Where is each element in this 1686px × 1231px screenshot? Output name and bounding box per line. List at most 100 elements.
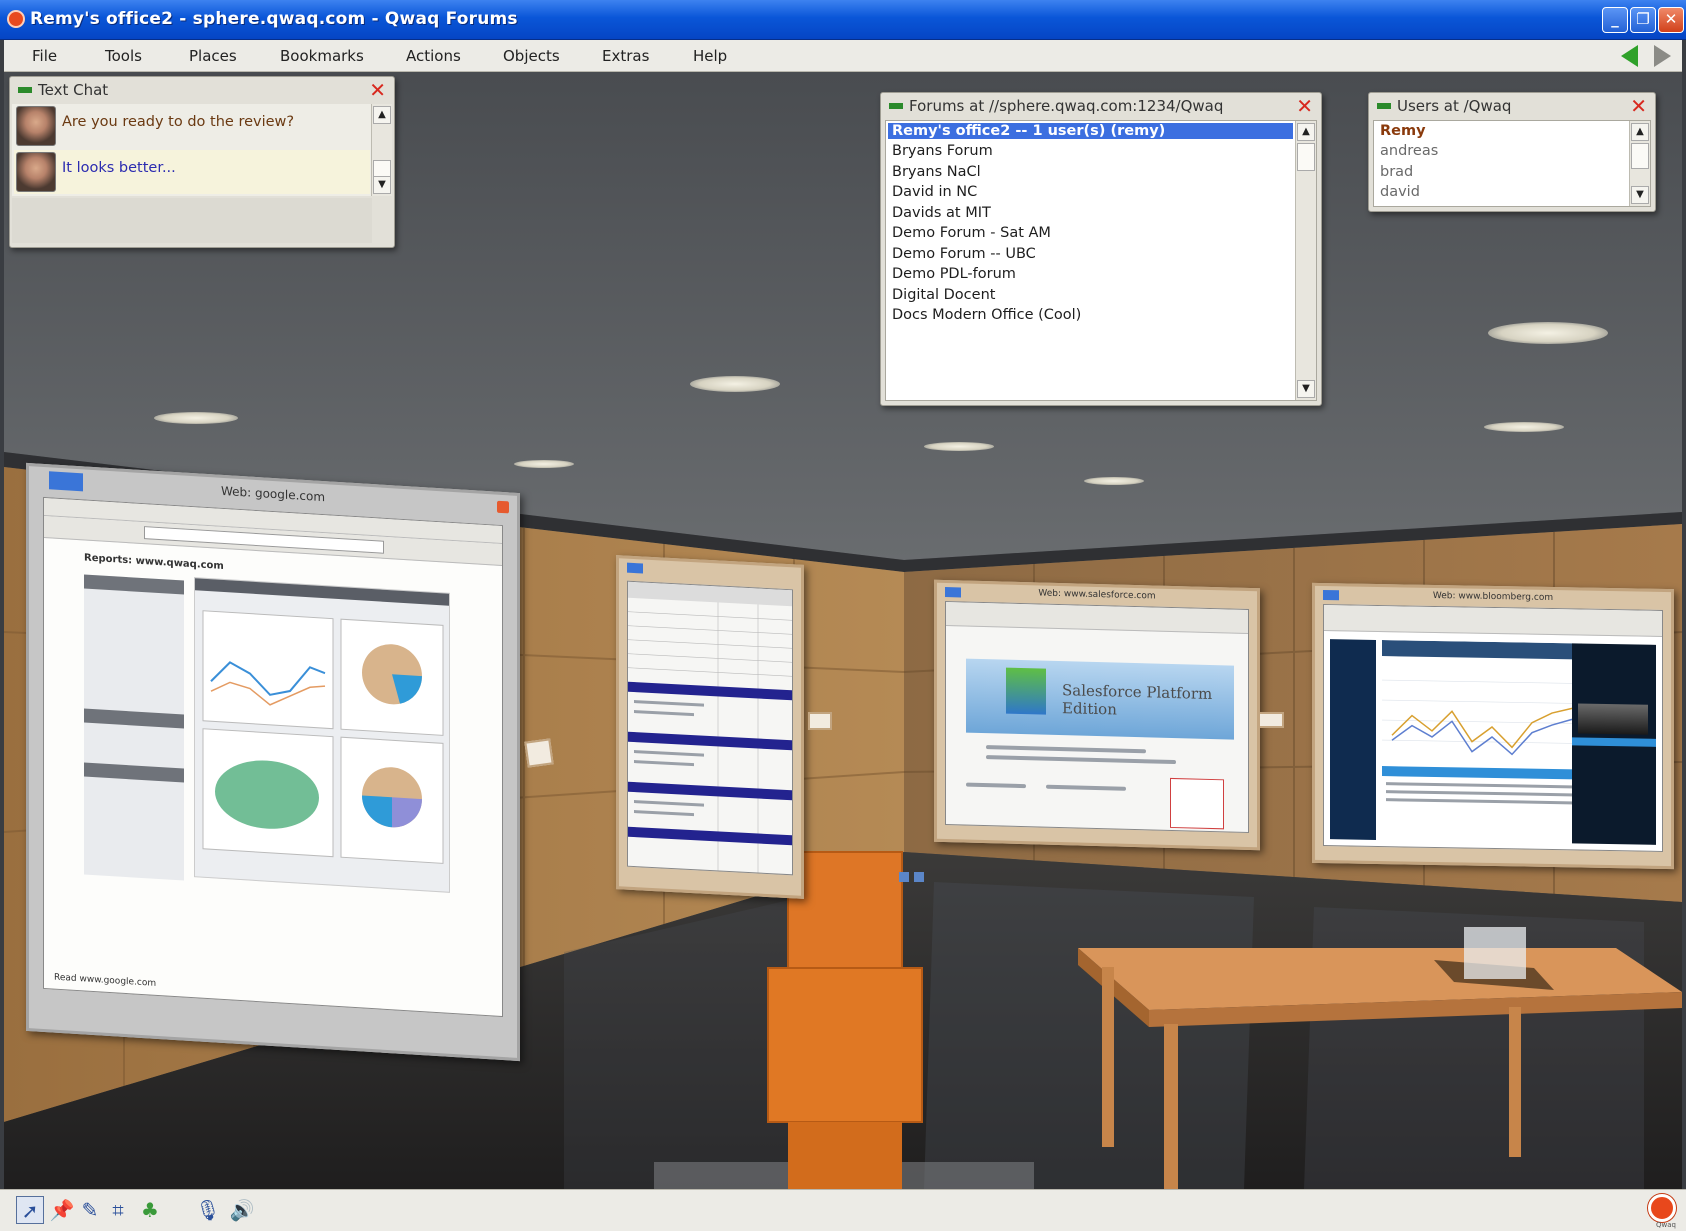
panel-grip-icon [18,87,32,93]
browser-content[interactable]: Salesforce Platform Edition [945,601,1249,833]
forums-list[interactable]: Remy's office2 -- 1 user(s) (remy) Bryan… [885,120,1317,401]
panel-header[interactable]: Users at /Qwaq ✕ [1369,93,1655,120]
pen-tool-icon[interactable]: ✎ [76,1196,104,1224]
forum-item[interactable]: Docs Modern Office (Cool) [892,307,1081,323]
scroll-down-icon[interactable]: ▼ [1631,186,1649,204]
minimize-button[interactable]: _ [1602,7,1628,33]
menu-extras[interactable]: Extras [602,47,649,65]
wall-note[interactable] [808,712,832,730]
chat-scrollbar[interactable]: ▲ ▼ [371,104,392,196]
close-icon[interactable]: ✕ [1630,94,1647,118]
menu-tools[interactable]: Tools [105,47,142,65]
close-icon[interactable]: ✕ [1296,94,1313,118]
forum-item[interactable]: Demo Forum - Sat AM [892,225,1051,241]
forward-arrow-icon[interactable] [1654,45,1671,67]
menu-help[interactable]: Help [693,47,727,65]
user-item[interactable]: brad [1380,164,1413,180]
panel-title: Forums at //sphere.qwaq.com:1234/Qwaq [909,97,1224,115]
pointer-tool-icon[interactable]: ➚ [16,1196,44,1224]
chat-input[interactable] [12,198,372,243]
chat-message-text: It looks better... [62,160,176,176]
crop-tool-icon[interactable]: ⌗ [104,1196,132,1224]
close-button[interactable]: ✕ [1658,7,1684,33]
minimize-icon: _ [1611,10,1619,28]
web-screen-spreadsheet[interactable] [616,555,804,899]
panel-header[interactable]: Forums at //sphere.qwaq.com:1234/Qwaq ✕ [881,93,1321,120]
scroll-down-icon[interactable]: ▼ [1297,380,1315,398]
ceiling-light [690,376,780,392]
forum-item[interactable]: David in NC [892,184,977,200]
3d-viewport[interactable]: Web: google.com Reports: www.qwaq.com Re… [4,72,1682,1189]
forum-item[interactable]: Demo PDL-forum [892,266,1016,282]
users-scrollbar[interactable]: ▲ ▼ [1629,121,1650,206]
text-chat-panel[interactable]: Text Chat ✕ Are you ready to do the revi… [9,76,395,248]
scroll-down-icon[interactable]: ▼ [373,176,391,194]
back-arrow-icon[interactable] [1621,45,1638,67]
menu-actions[interactable]: Actions [406,47,461,65]
web-screen-salesforce[interactable]: Web: www.salesforce.com Salesforce Platf… [934,579,1260,851]
scroll-thumb[interactable] [1631,143,1649,169]
forum-item[interactable]: Davids at MIT [892,205,991,221]
users-list[interactable]: Remy andreas brad david greg ▲ ▼ [1373,120,1651,207]
speaker-icon[interactable]: 🔊 [228,1196,256,1224]
panel-grip-icon [1377,103,1391,109]
window-title: Remy's office2 - sphere.qwaq.com - Qwaq … [30,9,518,29]
users-panel[interactable]: Users at /Qwaq ✕ Remy andreas brad david… [1368,92,1656,212]
panel-title: Text Chat [38,81,109,99]
panel-header[interactable]: Text Chat ✕ [10,77,394,104]
scroll-up-icon[interactable]: ▲ [1297,123,1315,141]
menu-objects[interactable]: Objects [503,47,560,65]
wall-note[interactable] [524,738,554,768]
spreadsheet-content[interactable] [627,580,793,876]
panel-title: Users at /Qwaq [1397,97,1512,115]
maximize-icon: ❐ [1636,10,1650,28]
forum-item[interactable]: Digital Docent [892,287,995,303]
report-dashboard [194,577,450,893]
scroll-up-icon[interactable]: ▲ [373,106,391,124]
bottom-toolbar: ➚ 📌 ✎ ⌗ ♣ 🎙 🔊 Qwaq [0,1189,1686,1231]
forum-item[interactable]: Demo Forum -- UBC [892,246,1036,262]
forum-item-selected[interactable]: Remy's office2 -- 1 user(s) (remy) [888,123,1293,139]
scroll-thumb[interactable] [1297,143,1315,171]
user-item-current[interactable]: Remy [1380,123,1426,139]
menu-bookmarks[interactable]: Bookmarks [280,47,364,65]
browser-content[interactable]: Reports: www.qwaq.com Read www.google.co… [43,496,503,1018]
chat-log[interactable]: Are you ready to do the review? It looks… [12,104,392,196]
screen-tab [627,562,643,574]
salesforce-banner-text: Salesforce Platform Edition [1062,681,1213,719]
screen-close-icon[interactable] [497,500,509,514]
wall-note[interactable] [1258,712,1284,728]
microphone-icon[interactable]: 🎙 [194,1196,222,1224]
close-icon: ✕ [1664,10,1678,28]
screen-title: Web: www.bloomberg.com [1432,590,1554,604]
shapes-tool-icon[interactable]: ♣ [136,1196,164,1224]
chat-message: It looks better... [14,150,370,194]
maximize-button[interactable]: ❐ [1630,7,1656,33]
forum-item[interactable]: Bryans Forum [892,143,993,159]
browser-toolbar [946,602,1248,634]
browser-content[interactable] [1323,604,1663,852]
user-item[interactable]: greg [1380,205,1413,206]
app-icon [7,10,25,28]
scroll-up-icon[interactable]: ▲ [1631,123,1649,141]
forums-panel[interactable]: Forums at //sphere.qwaq.com:1234/Qwaq ✕ … [880,92,1322,406]
dashboard-graphics [202,610,444,864]
user-item[interactable]: david [1380,184,1420,200]
salesforce-banner: Salesforce Platform Edition [966,658,1234,740]
title-bar: Remy's office2 - sphere.qwaq.com - Qwaq … [0,0,1686,40]
forum-item[interactable]: Bryans NaCl [892,164,981,180]
web-screen-google[interactable]: Web: google.com Reports: www.qwaq.com Re… [26,462,520,1062]
menu-places[interactable]: Places [189,47,237,65]
close-icon[interactable]: ✕ [369,78,386,102]
menu-file[interactable]: File [32,47,57,65]
web-screen-bloomberg[interactable]: Web: www.bloomberg.com [1312,582,1674,870]
ceiling-light [514,460,574,468]
avatar [16,152,56,192]
qwaq-logo-icon [1648,1194,1676,1222]
logo-label: Qwaq [1656,1221,1676,1229]
pin-tool-icon[interactable]: 📌 [48,1196,76,1224]
user-item[interactable]: andreas [1380,143,1438,159]
panel-grip-icon [889,103,903,109]
browser-toolbar [1324,605,1662,637]
forums-scrollbar[interactable]: ▲ ▼ [1295,121,1316,400]
